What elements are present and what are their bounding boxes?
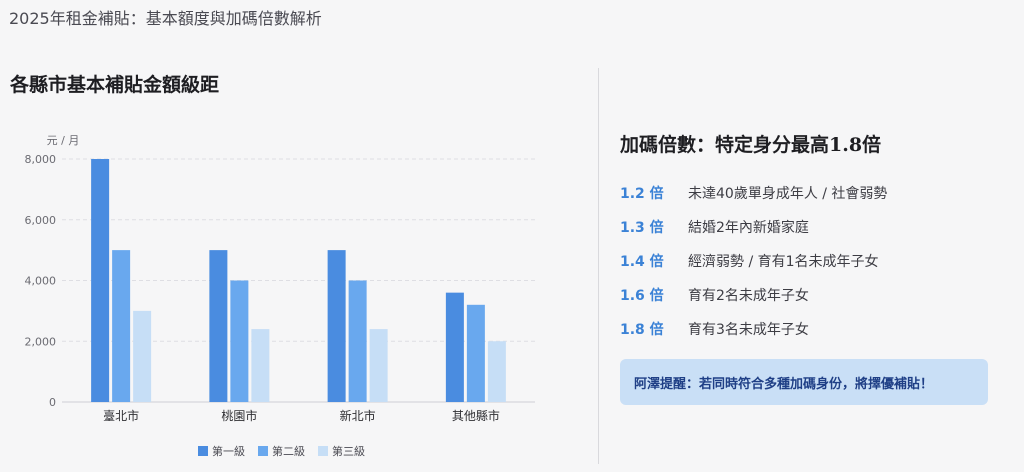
y-tick-label: 4,000 bbox=[25, 275, 57, 288]
multiplier-panel: 加碼倍數：特定身分最高1.8倍 1.2 倍 未達40歲單身成年人 / 社會弱勢 … bbox=[620, 130, 1000, 405]
multiplier-description: 未達40歲單身成年人 / 社會弱勢 bbox=[688, 186, 888, 202]
page-title: 2025年租金補貼：基本額度與加碼倍數解析 bbox=[9, 9, 322, 28]
bar-1 bbox=[445, 292, 464, 402]
multiplier-row: 1.6 倍 育有2名未成年子女 bbox=[620, 278, 1000, 312]
x-tick-label: 其他縣市 bbox=[452, 408, 500, 423]
legend-label: 第一級 bbox=[212, 444, 245, 458]
multiplier-description: 結婚2年內新婚家庭 bbox=[688, 220, 809, 236]
multiplier-value: 1.4 倍 bbox=[620, 254, 664, 270]
bar-2 bbox=[348, 280, 367, 402]
multiplier-row: 1.3 倍 結婚2年內新婚家庭 bbox=[620, 210, 1000, 244]
multiplier-value: 1.2 倍 bbox=[620, 186, 664, 202]
bar-1 bbox=[327, 250, 346, 402]
y-axis-label: 元 / 月 bbox=[47, 134, 80, 147]
bar-3 bbox=[487, 341, 506, 402]
y-tick-label: 2,000 bbox=[25, 335, 57, 348]
multiplier-value: 1.8 倍 bbox=[620, 322, 664, 338]
tip-text: 阿澤提醒：若同時符合多種加碼身份，將擇優補貼！ bbox=[634, 376, 934, 392]
y-tick-label: 6,000 bbox=[25, 214, 57, 227]
legend-swatch bbox=[198, 446, 208, 456]
bar-1 bbox=[91, 159, 110, 402]
y-tick-label: 0 bbox=[49, 396, 56, 409]
chart-section-heading: 各縣市基本補貼金額級距 bbox=[10, 74, 220, 96]
legend-label: 第二級 bbox=[272, 444, 305, 458]
bar-3 bbox=[133, 310, 152, 402]
multiplier-description: 經濟弱勢 / 育有1名未成年子女 bbox=[688, 254, 879, 270]
bar-2 bbox=[230, 280, 249, 402]
multiplier-row: 1.4 倍 經濟弱勢 / 育有1名未成年子女 bbox=[620, 244, 1000, 278]
legend-label: 第三級 bbox=[332, 444, 365, 458]
legend-swatch bbox=[318, 446, 328, 456]
bar-3 bbox=[369, 329, 388, 402]
multiplier-row: 1.8 倍 育有3名未成年子女 bbox=[620, 312, 1000, 346]
subsidy-bar-chart: 0 2,000 4,000 6,000 8,000 元 / 月臺北市 桃園市 新北市 其他縣市第… bbox=[25, 134, 535, 458]
multiplier-description: 育有3名未成年子女 bbox=[688, 322, 809, 338]
multiplier-title: 加碼倍數：特定身分最高1.8倍 bbox=[620, 134, 882, 156]
bar-2 bbox=[466, 304, 485, 402]
bar-3 bbox=[251, 329, 270, 402]
multiplier-row: 1.2 倍 未達40歲單身成年人 / 社會弱勢 bbox=[620, 176, 1000, 210]
bar-2 bbox=[112, 250, 131, 402]
x-tick-label: 臺北市 bbox=[103, 408, 139, 423]
tip-box: 阿澤提醒：若同時符合多種加碼身份，將擇優補貼！ bbox=[620, 359, 988, 405]
x-tick-label: 新北市 bbox=[340, 408, 376, 423]
multiplier-value: 1.6 倍 bbox=[620, 288, 664, 304]
legend-swatch bbox=[258, 446, 268, 456]
section-divider bbox=[598, 68, 599, 464]
bar-1 bbox=[209, 250, 228, 402]
x-tick-label: 桃園市 bbox=[221, 408, 257, 423]
y-tick-label: 8,000 bbox=[25, 153, 57, 166]
multiplier-value: 1.3 倍 bbox=[620, 220, 664, 236]
multiplier-description: 育有2名未成年子女 bbox=[688, 288, 809, 304]
